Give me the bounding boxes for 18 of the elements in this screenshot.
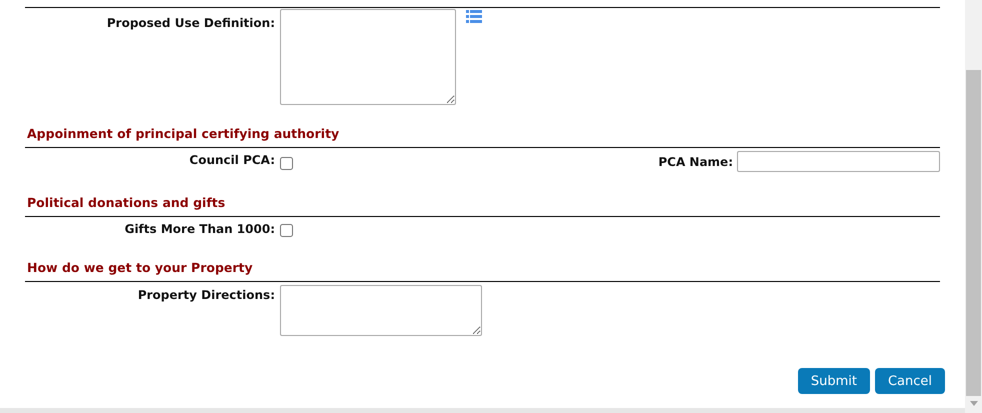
text-area[interactable]: [280, 9, 456, 105]
section-heading: Appoinment of principal certifying authority: [26, 126, 340, 141]
list-icon[interactable]: [466, 10, 482, 23]
field-label: Proposed Use Definition:: [106, 16, 275, 30]
cancel-button[interactable]: Cancel: [874, 368, 945, 394]
checkbox[interactable]: [280, 224, 293, 237]
field-label: Property Directions:: [136, 288, 275, 302]
submit-button[interactable]: Submit: [798, 368, 870, 394]
scroll-down-icon[interactable]: [970, 401, 978, 406]
checkbox[interactable]: [280, 157, 293, 170]
field-label: Gifts More Than 1000:: [124, 222, 275, 236]
text-field[interactable]: [737, 151, 940, 172]
field-label: Council PCA:: [188, 153, 275, 167]
text-area[interactable]: [280, 285, 482, 336]
section-heading: Political donations and gifts: [26, 195, 226, 210]
scrollbar[interactable]: [965, 0, 982, 413]
section-heading: How do we get to your Property: [26, 260, 254, 275]
field-label: PCA Name:: [658, 154, 733, 168]
